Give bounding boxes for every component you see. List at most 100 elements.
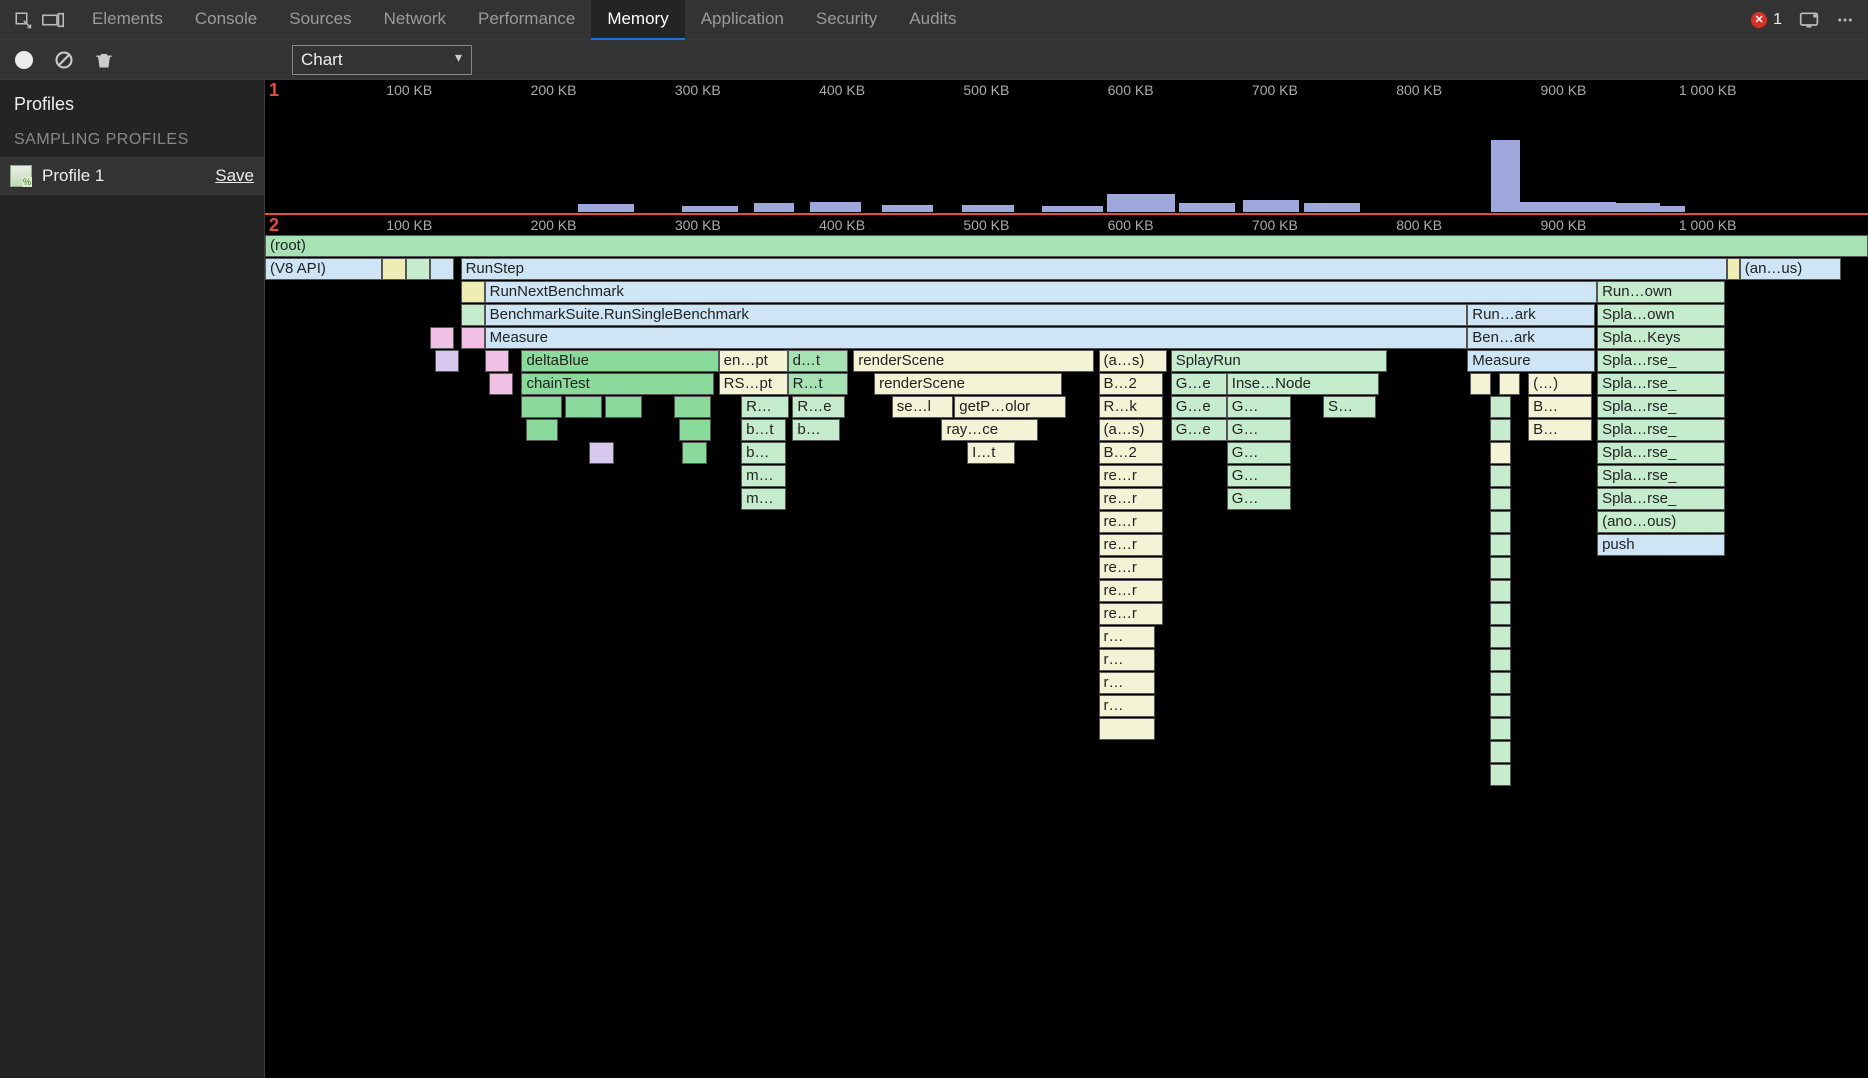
flame-block[interactable]: chainTest	[521, 373, 713, 395]
flame-block[interactable]: B…2	[1099, 442, 1163, 464]
flame-block[interactable]: (an…us)	[1740, 258, 1841, 280]
flame-block[interactable]: re…r	[1099, 511, 1163, 533]
flame-block[interactable]: Spla…Keys	[1597, 327, 1725, 349]
flame-block[interactable]: B…	[1528, 396, 1592, 418]
flame-block[interactable]: G…	[1227, 396, 1291, 418]
flame-block[interactable]: B…	[1528, 419, 1592, 441]
flame-block[interactable]: r…	[1099, 695, 1155, 717]
flame-block[interactable]: Spla…rse_	[1597, 396, 1725, 418]
flame-block[interactable]: b…	[792, 419, 840, 441]
flame-block[interactable]	[526, 419, 558, 441]
flame-block[interactable]: RunStep	[461, 258, 1727, 280]
flame-block[interactable]: renderScene	[874, 373, 1062, 395]
flame-block[interactable]: RunNextBenchmark	[485, 281, 1597, 303]
flame-block[interactable]	[674, 396, 711, 418]
flame-block[interactable]: re…r	[1099, 534, 1163, 556]
flame-block[interactable]	[521, 396, 561, 418]
flame-block[interactable]: push	[1597, 534, 1725, 556]
flame-block[interactable]: m…	[741, 488, 786, 510]
flame-block[interactable]: G…	[1227, 465, 1291, 487]
profile-row[interactable]: Profile 1 Save	[0, 157, 264, 195]
flame-block[interactable]: (a…s)	[1099, 350, 1168, 372]
flame-block[interactable]	[435, 350, 459, 372]
flame-block[interactable]: deltaBlue	[521, 350, 718, 372]
flame-block[interactable]: Spla…rse_	[1597, 419, 1725, 441]
flame-block[interactable]: G…	[1227, 419, 1291, 441]
flame-block[interactable]: re…r	[1099, 557, 1163, 579]
flame-block[interactable]	[1490, 534, 1511, 556]
flame-detail-pane[interactable]: 100 KB200 KB300 KB400 KB500 KB600 KB700 …	[265, 215, 1868, 1078]
flame-block[interactable]	[679, 419, 711, 441]
flame-block[interactable]: G…e	[1171, 396, 1227, 418]
flame-block[interactable]: ray…ce	[941, 419, 1037, 441]
flame-block[interactable]: G…e	[1171, 373, 1227, 395]
flame-block[interactable]: m…	[741, 465, 786, 487]
profile-save-link[interactable]: Save	[215, 166, 254, 186]
flame-block[interactable]: re…r	[1099, 603, 1163, 625]
flame-block[interactable]: Run…ark	[1467, 304, 1595, 326]
flame-block[interactable]	[1490, 718, 1511, 740]
flame-block[interactable]: Spla…rse_	[1597, 488, 1725, 510]
flame-block[interactable]	[682, 442, 708, 464]
flame-block[interactable]	[1490, 511, 1511, 533]
device-toolbar-icon[interactable]	[38, 5, 68, 35]
flame-block[interactable]	[1490, 626, 1511, 648]
flame-block[interactable]	[406, 258, 430, 280]
flame-block[interactable]: (ano…ous)	[1597, 511, 1725, 533]
flame-block[interactable]: Ben…ark	[1467, 327, 1595, 349]
view-select[interactable]: Chart	[292, 45, 472, 75]
flame-block[interactable]: (…)	[1528, 373, 1592, 395]
flame-block[interactable]: Spla…rse_	[1597, 442, 1725, 464]
flame-block[interactable]	[1490, 488, 1511, 510]
flame-block[interactable]: B…2	[1099, 373, 1163, 395]
flame-block[interactable]: r…	[1099, 672, 1155, 694]
flame-block[interactable]	[1490, 649, 1511, 671]
tab-audits[interactable]: Audits	[893, 0, 972, 40]
flame-block[interactable]	[382, 258, 406, 280]
flame-block[interactable]: getP…olor	[954, 396, 1066, 418]
flame-block[interactable]	[1490, 557, 1511, 579]
flame-block[interactable]: Measure	[1467, 350, 1595, 372]
delete-button[interactable]	[92, 48, 116, 72]
flame-block[interactable]: b…	[741, 442, 786, 464]
flame-block[interactable]: r…	[1099, 649, 1155, 671]
overview-pane[interactable]: 100 KB200 KB300 KB400 KB500 KB600 KB700 …	[265, 80, 1868, 215]
flame-block[interactable]: re…r	[1099, 465, 1163, 487]
flame-block[interactable]: Run…own	[1597, 281, 1725, 303]
flame-block[interactable]: SplayRun	[1171, 350, 1387, 372]
flame-block[interactable]	[565, 396, 602, 418]
flame-block[interactable]: d…t	[788, 350, 849, 372]
flame-block[interactable]: Spla…own	[1597, 304, 1725, 326]
flame-block[interactable]: R…k	[1099, 396, 1163, 418]
flame-block[interactable]: Spla…rse_	[1597, 350, 1725, 372]
flame-block[interactable]	[461, 281, 485, 303]
flame-block[interactable]	[461, 327, 485, 349]
flame-block[interactable]: G…e	[1171, 419, 1227, 441]
flame-block[interactable]: G…	[1227, 488, 1291, 510]
flame-block[interactable]	[485, 350, 509, 372]
flame-block[interactable]	[1490, 672, 1511, 694]
flame-block[interactable]: re…r	[1099, 488, 1163, 510]
tab-security[interactable]: Security	[800, 0, 893, 40]
tab-elements[interactable]: Elements	[76, 0, 179, 40]
flame-block[interactable]	[1490, 764, 1511, 786]
record-button[interactable]	[12, 48, 36, 72]
flame-block[interactable]	[589, 442, 615, 464]
flame-block[interactable]	[1727, 258, 1740, 280]
tab-sources[interactable]: Sources	[273, 0, 367, 40]
tab-performance[interactable]: Performance	[462, 0, 591, 40]
inspect-icon[interactable]	[8, 5, 38, 35]
error-count[interactable]: 1	[1773, 11, 1782, 29]
flame-block[interactable]: R…	[741, 396, 789, 418]
flame-block[interactable]: b…t	[741, 419, 786, 441]
flame-block[interactable]	[461, 304, 485, 326]
flame-block[interactable]: (a…s)	[1099, 419, 1163, 441]
flame-block[interactable]: S…	[1323, 396, 1376, 418]
flame-graph[interactable]: (root)(V8 API)RunStep(an…us)RunNextBench…	[265, 235, 1868, 1078]
flame-block[interactable]: se…l	[892, 396, 953, 418]
console-drawer-icon[interactable]	[1794, 5, 1824, 35]
flame-block[interactable]	[430, 327, 454, 349]
flame-block[interactable]	[1490, 396, 1511, 418]
flame-block[interactable]: Spla…rse_	[1597, 465, 1725, 487]
flame-block[interactable]	[1490, 695, 1511, 717]
